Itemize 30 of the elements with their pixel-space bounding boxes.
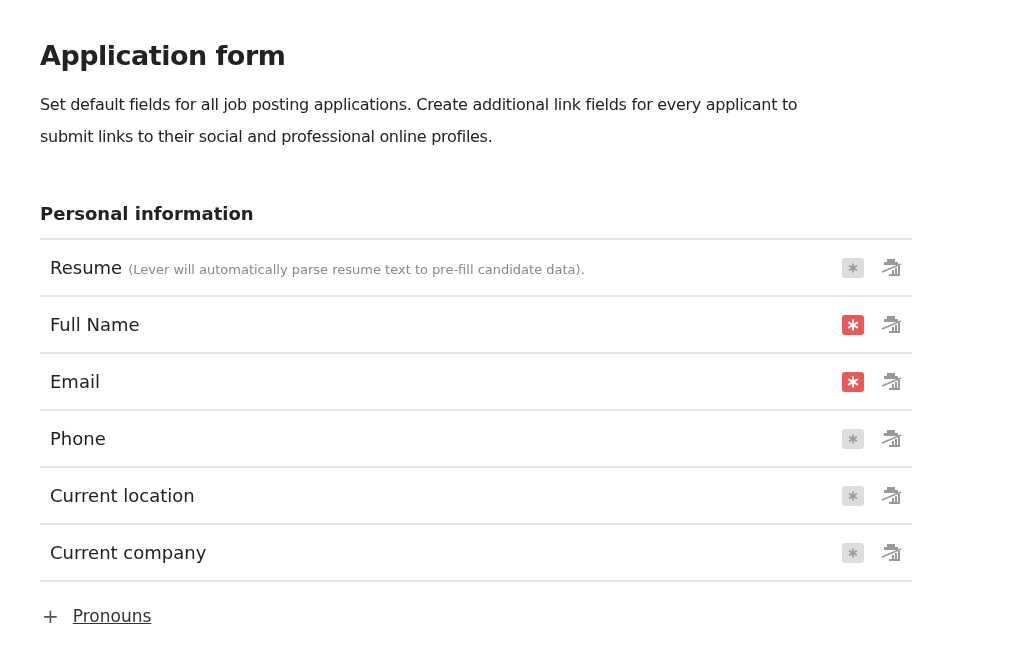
asterisk-icon [848,262,858,273]
required-toggle[interactable] [842,428,864,449]
field-label: Phone [50,428,106,449]
plus-icon: + [42,604,59,628]
page-title: Application form [40,40,287,71]
asterisk-icon [847,318,859,331]
field-note: (Lever will automatically parse resume text to pre-fill candidate data). [128,262,585,277]
description: Set default fields for all job posting applications. Create additional link fields for every applicant to submit links to their social and professional online profiles. [40,94,799,148]
crossed-out-icon[interactable] [880,541,902,564]
asterisk-icon [848,490,858,501]
asterisk-icon [847,375,859,388]
crossed-out-icon[interactable] [880,313,902,336]
crossed-out-icon[interactable] [880,256,902,279]
asterisk-icon [848,433,858,444]
required-toggle[interactable] [842,257,864,278]
field-label: Email [50,371,100,392]
section-title: Personal information [40,203,255,224]
required-toggle[interactable] [842,485,864,506]
asterisk-icon [848,547,858,558]
field-label: Resume [50,257,123,278]
field-label: Full Name [50,314,140,335]
crossed-out-icon[interactable] [880,370,902,393]
add-field-link[interactable]: Pronouns [72,606,152,626]
field-label: Current company [50,542,207,563]
required-toggle[interactable] [842,314,864,335]
required-toggle[interactable] [842,371,864,392]
field-label: Current location [50,485,195,506]
crossed-out-icon[interactable] [880,484,902,507]
required-toggle[interactable] [842,542,864,563]
crossed-out-icon[interactable] [880,427,902,450]
